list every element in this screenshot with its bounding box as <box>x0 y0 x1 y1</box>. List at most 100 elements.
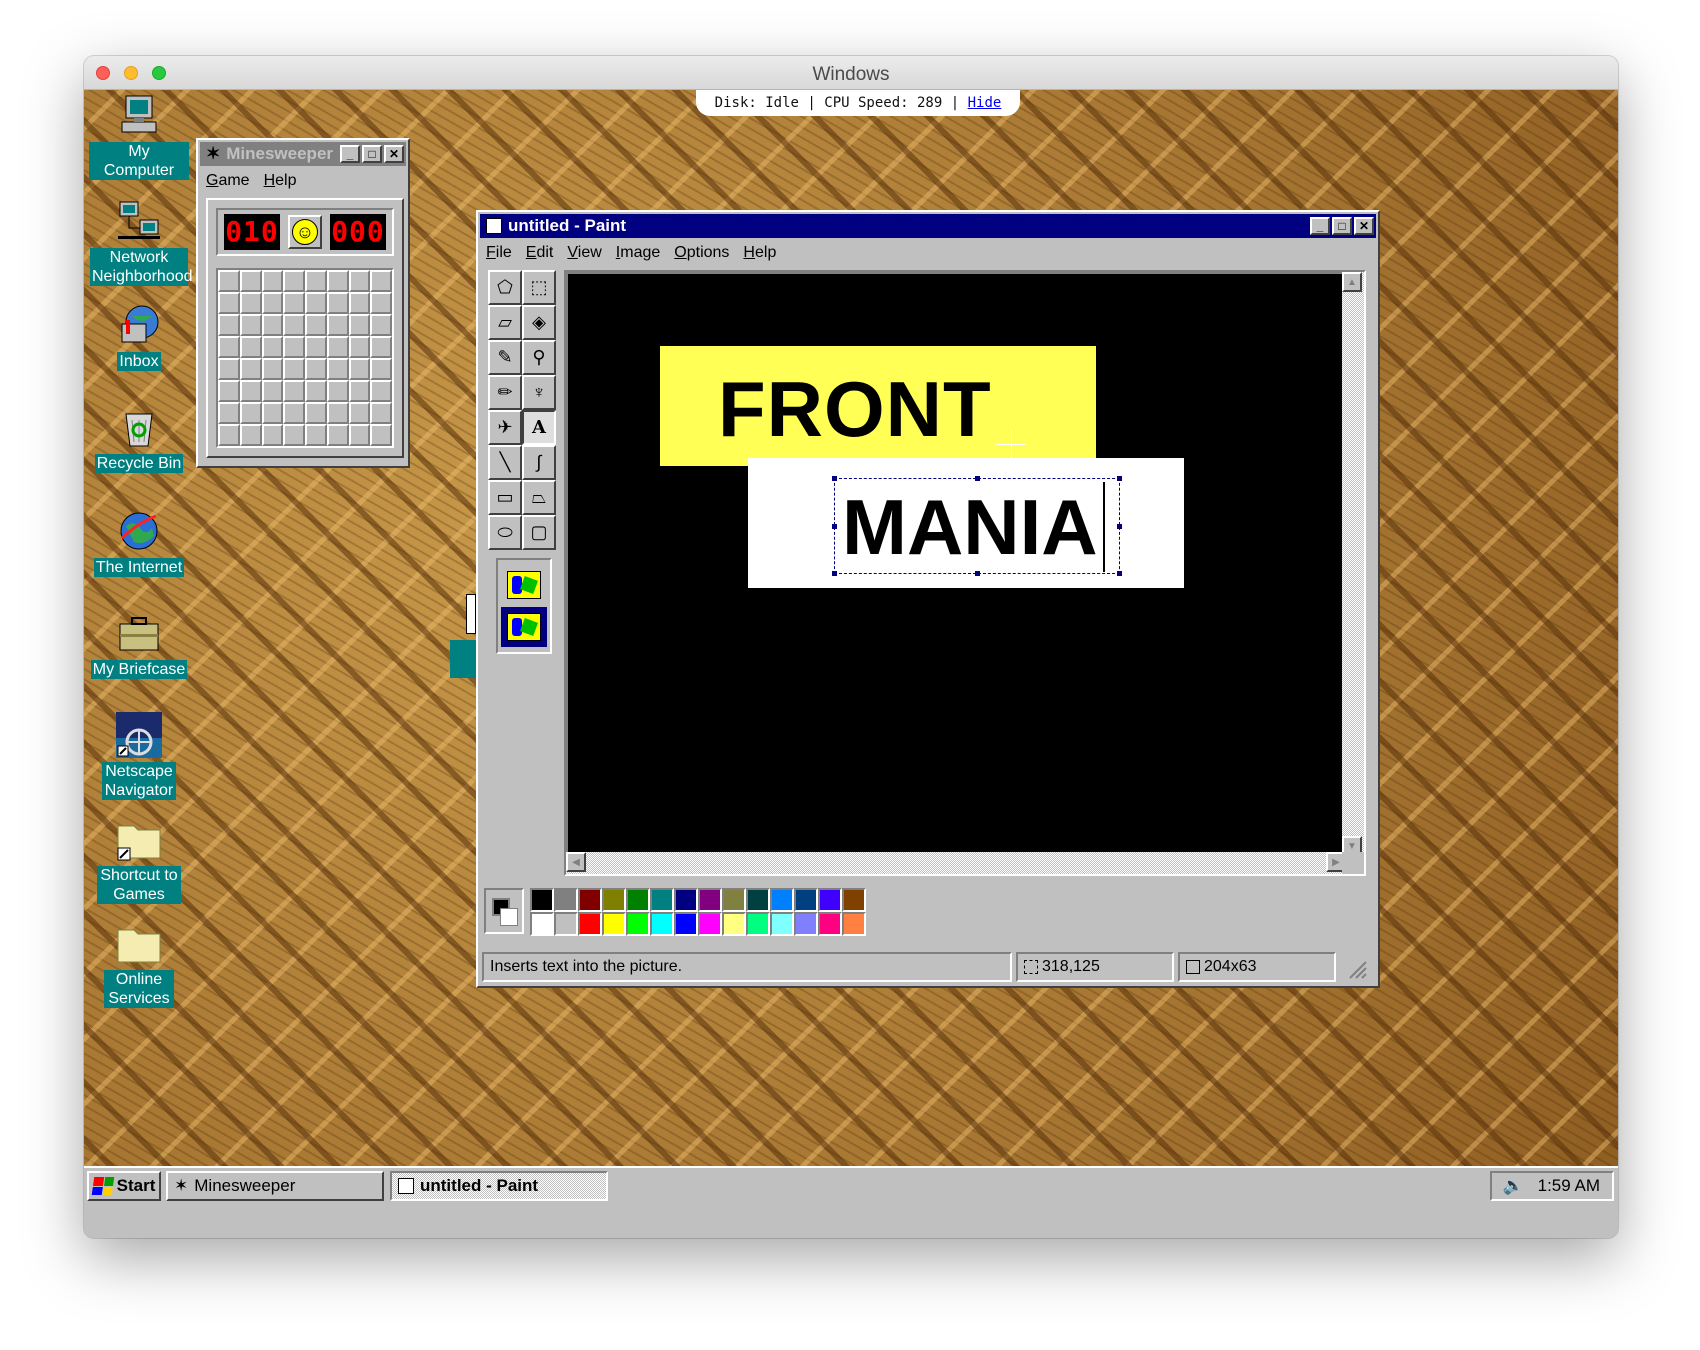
mine-cell[interactable] <box>348 270 371 292</box>
taskbar-paint[interactable]: untitled - Paint <box>390 1171 608 1201</box>
mine-cell[interactable] <box>283 424 305 446</box>
text-selection-box[interactable] <box>834 478 1120 574</box>
color-swatch[interactable] <box>554 912 578 936</box>
mine-cell[interactable] <box>348 424 371 446</box>
desktop-icon-network[interactable]: Network Neighborhood <box>89 198 193 286</box>
color-swatch[interactable] <box>698 888 722 912</box>
color-swatch[interactable] <box>770 912 794 936</box>
color-swatch[interactable] <box>722 888 746 912</box>
rect-select-tool[interactable]: ⬚ <box>522 270 556 305</box>
mine-cell[interactable] <box>261 314 284 336</box>
close-button[interactable]: ✕ <box>1354 217 1374 235</box>
hide-link[interactable]: Hide <box>968 95 1002 111</box>
scroll-left-button[interactable]: ◀ <box>566 852 586 872</box>
mine-cell[interactable] <box>305 314 327 336</box>
minesweeper-titlebar[interactable]: ✶ Minesweeper _ □ ✕ <box>200 142 406 166</box>
rectangle-tool[interactable]: ▭ <box>488 480 522 515</box>
color-swatch[interactable] <box>722 912 746 936</box>
magnifier-tool[interactable]: ⚲ <box>522 340 556 375</box>
mine-cell[interactable] <box>326 270 349 292</box>
free-select-tool[interactable]: ⬠ <box>488 270 522 305</box>
mine-cell[interactable] <box>305 380 327 402</box>
mine-cell[interactable] <box>239 424 262 446</box>
mine-cell[interactable] <box>218 424 240 446</box>
brush-tool[interactable]: ♆ <box>522 375 556 410</box>
menu-options[interactable]: Options <box>674 244 729 262</box>
pencil-tool[interactable]: ✏ <box>488 375 522 410</box>
mine-cell[interactable] <box>370 358 392 380</box>
mine-cell[interactable] <box>283 314 305 336</box>
desktop-icon-recycle-bin[interactable]: Recycle Bin <box>89 404 189 473</box>
desktop-icon-briefcase[interactable]: My Briefcase <box>89 610 189 679</box>
mine-cell[interactable] <box>239 380 262 402</box>
curve-tool[interactable]: ∫ <box>522 445 556 480</box>
resize-handle[interactable] <box>975 476 980 481</box>
mine-cell[interactable] <box>239 270 262 292</box>
mine-cell[interactable] <box>305 424 327 446</box>
mine-cell[interactable] <box>370 270 392 292</box>
mine-cell[interactable] <box>326 292 349 314</box>
mine-cell[interactable] <box>370 402 392 424</box>
mine-cell[interactable] <box>283 270 305 292</box>
mine-cell[interactable] <box>305 292 327 314</box>
current-colors[interactable] <box>484 888 524 934</box>
color-picker-tool[interactable]: ✎ <box>488 340 522 375</box>
mine-cell[interactable] <box>283 358 305 380</box>
color-swatch[interactable] <box>554 888 578 912</box>
mine-cell[interactable] <box>261 402 284 424</box>
mine-cell[interactable] <box>370 336 392 358</box>
mine-cell[interactable] <box>239 402 262 424</box>
mine-cell[interactable] <box>261 380 284 402</box>
color-swatch[interactable] <box>842 912 866 936</box>
color-swatch[interactable] <box>794 888 818 912</box>
mine-cell[interactable] <box>348 358 371 380</box>
minesweeper-window[interactable]: ✶ Minesweeper _ □ ✕ Game Help 010 ☺ 000 <box>196 138 410 468</box>
resize-handle[interactable] <box>1117 476 1122 481</box>
mine-cell[interactable] <box>261 270 284 292</box>
mine-cell[interactable] <box>305 358 327 380</box>
color-swatch[interactable] <box>626 888 650 912</box>
menu-edit[interactable]: Edit <box>526 244 554 262</box>
mine-cell[interactable] <box>261 358 284 380</box>
color-swatch[interactable] <box>626 912 650 936</box>
color-swatch[interactable] <box>674 888 698 912</box>
color-swatch[interactable] <box>746 888 770 912</box>
mine-cell[interactable] <box>326 380 349 402</box>
minimize-button[interactable]: _ <box>340 145 360 163</box>
start-button[interactable]: Start <box>87 1171 161 1201</box>
mine-cell[interactable] <box>326 424 349 446</box>
mine-cell[interactable] <box>348 380 371 402</box>
mine-cell[interactable] <box>218 314 240 336</box>
mine-cell[interactable] <box>305 270 327 292</box>
mine-cell[interactable] <box>326 314 349 336</box>
mine-cell[interactable] <box>218 336 240 358</box>
desktop-icon-inbox[interactable]: Inbox <box>89 302 189 371</box>
mine-cell[interactable] <box>283 336 305 358</box>
color-swatch[interactable] <box>818 888 842 912</box>
paint-titlebar[interactable]: untitled - Paint _ □ ✕ <box>480 214 1376 238</box>
color-swatch[interactable] <box>602 912 626 936</box>
airbrush-tool[interactable]: ✈ <box>488 410 522 445</box>
polygon-tool[interactable]: ⏢ <box>522 480 556 515</box>
rounded-rect-tool[interactable]: ▢ <box>522 515 556 550</box>
color-swatch[interactable] <box>602 888 626 912</box>
mine-cell[interactable] <box>239 292 262 314</box>
resize-handle[interactable] <box>832 524 837 529</box>
mine-cell[interactable] <box>326 336 349 358</box>
taskbar-minesweeper[interactable]: ✶ Minesweeper <box>166 1171 384 1201</box>
desktop-icon-my-computer[interactable]: My Computer <box>89 92 189 180</box>
mine-cell[interactable] <box>218 402 240 424</box>
mine-cell[interactable] <box>348 336 371 358</box>
line-tool[interactable]: ╲ <box>488 445 522 480</box>
resize-handle[interactable] <box>1117 524 1122 529</box>
mine-cell[interactable] <box>239 336 262 358</box>
mine-cell[interactable] <box>370 314 392 336</box>
mine-cell[interactable] <box>239 314 262 336</box>
color-swatch[interactable] <box>770 888 794 912</box>
mine-cell[interactable] <box>305 336 327 358</box>
drawing-canvas[interactable]: FRONT MANIA <box>568 274 1346 856</box>
text-tool[interactable]: A <box>522 410 556 445</box>
color-swatch[interactable] <box>578 888 602 912</box>
color-swatch[interactable] <box>794 912 818 936</box>
ellipse-tool[interactable]: ⬭ <box>488 515 522 550</box>
